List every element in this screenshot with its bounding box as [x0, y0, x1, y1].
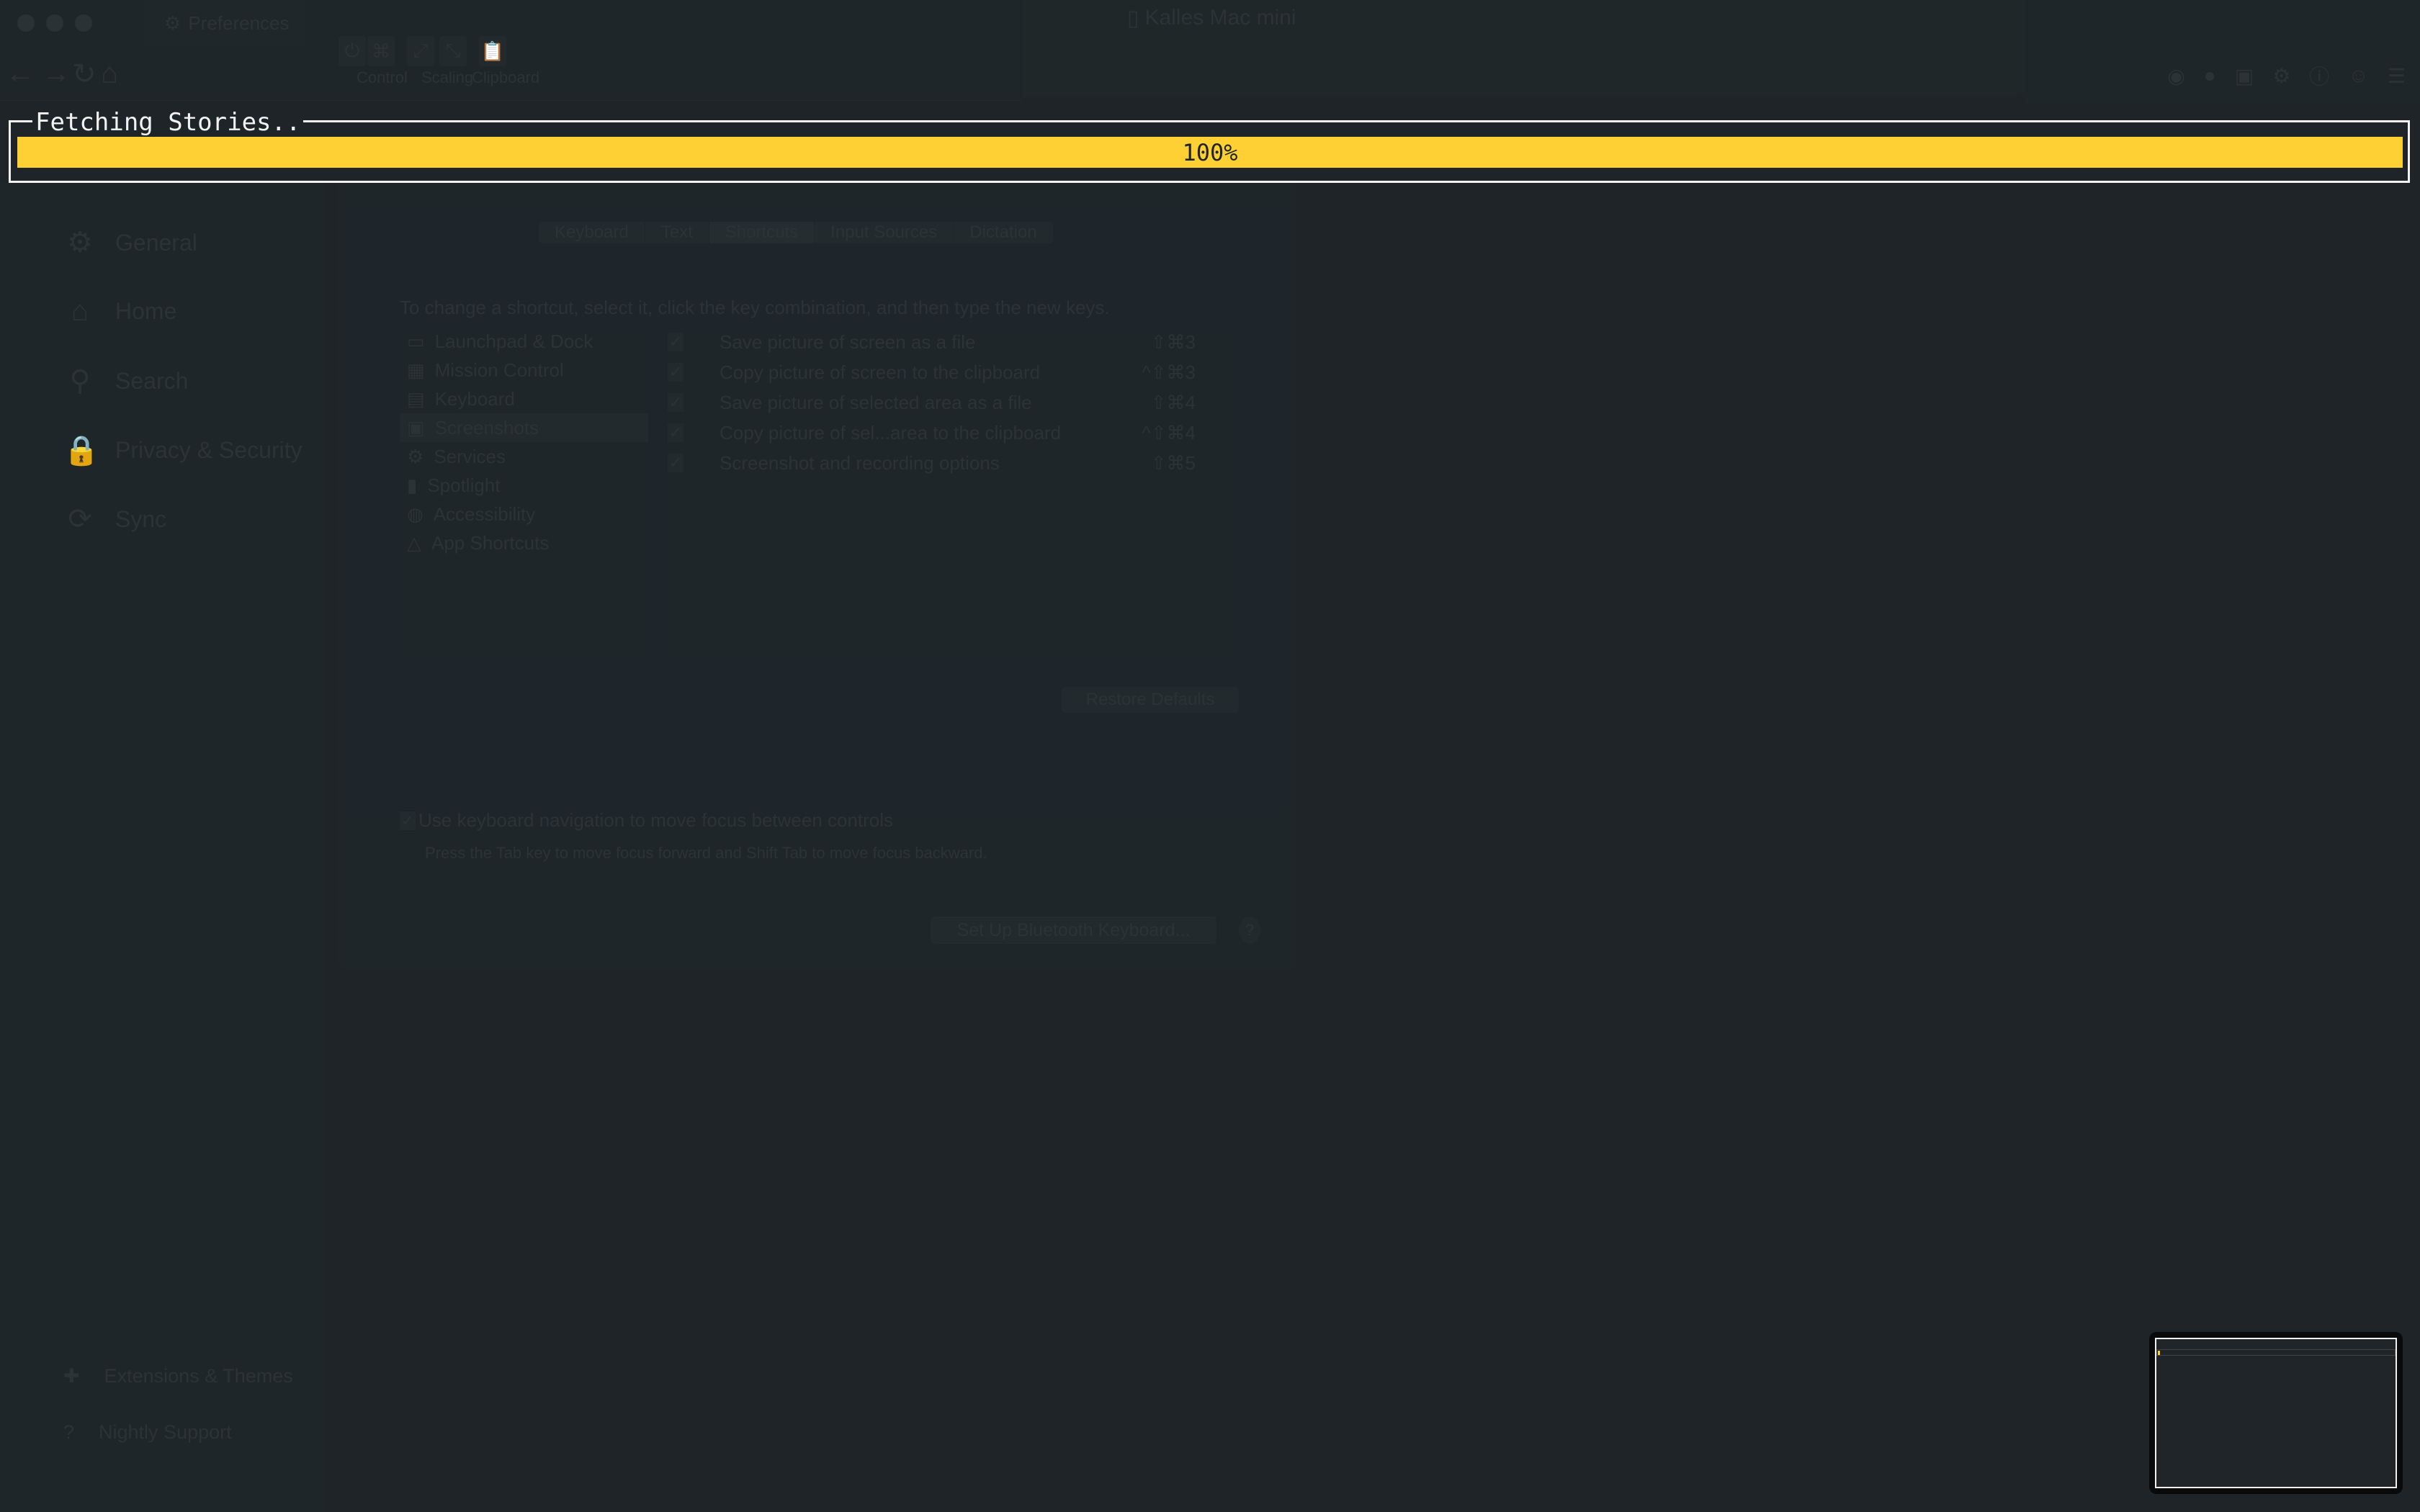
instruction-text: To change a shortcut, select it, click t…	[400, 297, 1110, 318]
category-list: ▭ Launchpad & Dock ▦ Mission Control ▤ Keyb…	[400, 327, 648, 665]
minimap-preview[interactable]	[2149, 1332, 2403, 1494]
keyboard-navigation-description: Press the Tab key to move focus forward …	[425, 844, 987, 862]
sidebar-item-sync[interactable]: ⟳ Sync	[63, 503, 166, 536]
progress-label: 100%	[1182, 138, 1238, 166]
tab-text[interactable]: Text	[645, 222, 709, 243]
keyboard-navigation-option[interactable]: ✓ Use keyboard navigation to move focus …	[400, 809, 893, 832]
remote-window-title: ▯ Kalles Mac mini	[1127, 6, 1296, 30]
accessibility-icon: ◍	[407, 503, 424, 525]
progress-bar: 100%	[17, 137, 2403, 168]
tab-keyboard[interactable]: Keyboard	[539, 222, 645, 243]
table-row[interactable]: ✓ Copy picture of screen to the clipboard…	[659, 357, 1239, 387]
command-icon[interactable]: ⌘	[367, 36, 395, 66]
list-item[interactable]: ⚙ Services	[400, 442, 648, 471]
home-icon[interactable]: ⌂	[101, 58, 118, 90]
toolbar-label-control: Control	[357, 68, 408, 86]
table-row[interactable]: ✓ Copy picture of sel...area to the clipb…	[659, 418, 1239, 448]
sidebar-item-home[interactable]: ⌂ Home	[63, 295, 176, 328]
menu-icon[interactable]: ☰	[2388, 64, 2406, 88]
forward-icon[interactable]: →	[42, 58, 71, 90]
reload-icon[interactable]: ↻	[72, 58, 97, 91]
tab-shortcuts[interactable]: Shortcuts	[709, 222, 815, 243]
minimap-progress-fill	[2158, 1351, 2160, 1355]
settings-icon[interactable]: ⚙	[2272, 64, 2290, 88]
table-row[interactable]: ✓ Save picture of screen as a file ⇧⌘3	[659, 327, 1239, 357]
toolbar-label-clipboard: Clipboard	[472, 68, 540, 86]
sidebar: ⚙ General ⌂ Home ⚲ Search 🔒 Privacy & Securi…	[0, 183, 324, 1512]
gear-icon: ⚙	[407, 445, 424, 467]
sidebar-item-privacy[interactable]: 🔒 Privacy & Security	[63, 433, 302, 467]
search-icon: ⚲	[69, 365, 91, 397]
user-icon[interactable]: ☺	[2348, 64, 2369, 87]
tab-bar: Keyboard Text Shortcuts Input Sources Di…	[539, 222, 1054, 243]
checkbox[interactable]: ✓	[668, 454, 684, 472]
dock-icon: ▭	[407, 330, 425, 352]
list-item[interactable]: ◍ Accessibility	[400, 500, 648, 528]
mission-control-icon: ▦	[407, 359, 425, 381]
scale-icon[interactable]: ⤢	[407, 36, 434, 66]
gear-icon: ⚙	[164, 12, 182, 34]
info-icon[interactable]: ⓘ	[2309, 61, 2329, 90]
keyboard-preferences-dialog: Keyboard Text Shortcuts Input Sources Di…	[339, 183, 1296, 969]
checkbox[interactable]: ✓	[668, 363, 684, 382]
help-button[interactable]: ?	[1239, 917, 1260, 944]
sidebar-item-search[interactable]: ⚲ Search	[63, 364, 188, 397]
back-icon[interactable]: ←	[6, 58, 35, 90]
toolbar-label-scaling: Scaling	[421, 68, 474, 86]
right-toolbar: ◉ ● ▣ ⚙ ⓘ ☺ ☰	[2024, 47, 2420, 104]
screenshot-icon[interactable]: ▣	[2235, 64, 2254, 88]
progress-title: Fetching Stories..	[32, 108, 304, 137]
list-item[interactable]: ▣ Screenshots	[400, 413, 648, 442]
tab-input-sources[interactable]: Input Sources	[815, 222, 954, 243]
keyboard-icon: ▤	[407, 387, 425, 410]
puzzle-icon: ✚	[63, 1365, 80, 1387]
app-store-icon: △	[407, 531, 421, 554]
close-window-button[interactable]	[17, 14, 35, 32]
document-icon: ▯	[1127, 6, 1139, 30]
checkbox[interactable]: ✓	[668, 333, 684, 351]
record-icon[interactable]: ●	[2204, 64, 2216, 87]
minimap-viewport	[2155, 1338, 2397, 1488]
minimap-progress-bar	[2156, 1349, 2396, 1356]
sidebar-item-extensions[interactable]: ✚ Extensions & Themes	[63, 1365, 293, 1387]
minimize-window-button[interactable]	[46, 14, 63, 32]
setup-bluetooth-keyboard-button[interactable]: Set Up Bluetooth Keyboard...	[931, 917, 1216, 944]
help-circle-icon: ?	[63, 1421, 75, 1443]
list-item[interactable]: ▮ Spotlight	[400, 471, 648, 500]
home-icon: ⌂	[71, 295, 89, 327]
list-item[interactable]: ▤ Keyboard	[400, 384, 648, 413]
checkbox[interactable]: ✓	[668, 423, 684, 442]
clipboard-icon[interactable]: 📋	[479, 36, 506, 66]
power-icon[interactable]: ⏻	[339, 36, 366, 66]
progress-overlay: Fetching Stories.. 100%	[9, 108, 2410, 183]
restore-defaults-button[interactable]: Restore Defaults	[1062, 687, 1239, 713]
status-icon[interactable]: ◉	[2167, 64, 2184, 88]
screenshot-icon: ▣	[407, 416, 425, 438]
table-row[interactable]: ✓ Screenshot and recording options ⇧⌘5	[659, 448, 1239, 478]
lock-icon: 🔒	[63, 435, 99, 467]
sidebar-item-general[interactable]: ⚙ General	[63, 226, 197, 259]
list-item[interactable]: ▦ Mission Control	[400, 356, 648, 384]
shortcut-list: ✓ Save picture of screen as a file ⇧⌘3 ✓ Co…	[659, 327, 1239, 665]
gear-icon: ⚙	[67, 227, 93, 258]
sync-icon: ⟳	[68, 503, 92, 535]
tab-dictation[interactable]: Dictation	[954, 222, 1054, 243]
document-icon: ▮	[407, 474, 418, 496]
checkbox[interactable]: ✓	[400, 811, 416, 830]
shrink-icon[interactable]: ⤡	[439, 36, 467, 66]
sidebar-item-support[interactable]: ? Nightly Support	[63, 1421, 232, 1444]
zoom-window-button[interactable]	[75, 14, 92, 32]
list-item[interactable]: △ App Shortcuts	[400, 528, 648, 557]
list-item[interactable]: ▭ Launchpad & Dock	[400, 327, 648, 356]
tab-preferences[interactable]: ⚙ Preferences	[144, 0, 306, 47]
checkbox[interactable]: ✓	[668, 393, 684, 412]
table-row[interactable]: ✓ Save picture of selected area as a file…	[659, 387, 1239, 418]
